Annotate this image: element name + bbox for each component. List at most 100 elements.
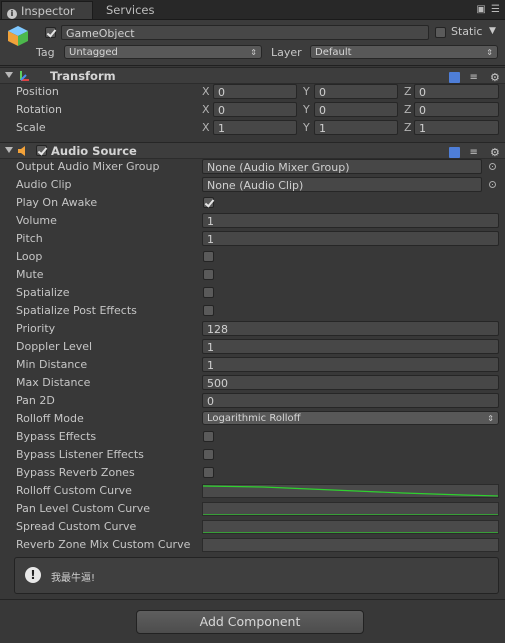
doppler-level-label: Doppler Level	[16, 340, 93, 353]
bypass-reverb-zones-checkbox[interactable]	[203, 467, 214, 478]
output-mixer-field[interactable]: None (Audio Mixer Group)	[202, 159, 482, 174]
scale-z-field[interactable]: 1	[414, 120, 499, 135]
position-y-field[interactable]: 0	[314, 84, 398, 99]
audio-clip-label: Audio Clip	[16, 178, 72, 191]
warning-icon: !	[25, 567, 41, 583]
pitch-label: Pitch	[16, 232, 43, 245]
tab-services-label: Services	[106, 3, 155, 17]
pan-2d-field[interactable]: 0	[202, 393, 499, 408]
spread-curve-graph	[203, 532, 498, 533]
gameobject-active-checkbox[interactable]	[45, 27, 56, 38]
min-distance-field[interactable]: 1	[202, 357, 499, 372]
priority-label: Priority	[16, 322, 56, 335]
audio-source-enabled-checkbox[interactable]	[36, 145, 47, 156]
spread-curve-label: Spread Custom Curve	[16, 520, 137, 533]
pitch-field[interactable]: 1	[202, 231, 499, 246]
transform-title: Transform	[50, 69, 116, 83]
help-book-icon[interactable]	[449, 71, 460, 83]
preset-sliders-icon[interactable]: ≡	[470, 147, 481, 158]
volume-label: Volume	[16, 214, 57, 227]
min-distance-label: Min Distance	[16, 358, 88, 371]
bypass-listener-effects-checkbox[interactable]	[203, 449, 214, 460]
scale-x-field[interactable]: 1	[213, 120, 297, 135]
reverb-zone-mix-curve-field[interactable]	[202, 538, 499, 552]
spatialize-post-effects-checkbox[interactable]	[203, 305, 214, 316]
spatialize-checkbox[interactable]	[203, 287, 214, 298]
pan-level-curve-field[interactable]	[202, 502, 499, 516]
bypass-effects-label: Bypass Effects	[16, 430, 97, 443]
gear-icon[interactable]: ⚙	[490, 147, 501, 158]
position-x-field[interactable]: 0	[213, 84, 297, 99]
reverb-zone-mix-curve-label: Reverb Zone Mix Custom Curve	[16, 538, 191, 551]
loop-checkbox[interactable]	[203, 251, 214, 262]
divider	[0, 599, 505, 600]
play-on-awake-label: Play On Awake	[16, 196, 98, 209]
static-checkbox[interactable]	[435, 27, 446, 38]
position-x-axis: X	[202, 85, 210, 98]
max-distance-field[interactable]: 500	[202, 375, 499, 390]
play-on-awake-checkbox[interactable]	[203, 197, 214, 208]
layer-label: Layer	[271, 46, 302, 59]
tab-services[interactable]: Services	[100, 1, 155, 19]
help-message: 我最牛逼!	[51, 573, 96, 584]
pan-level-curve-graph	[203, 514, 498, 515]
bypass-effects-checkbox[interactable]	[203, 431, 214, 442]
tab-inspector-label: Inspector	[21, 4, 75, 18]
tag-dropdown[interactable]: Untagged ⇕	[64, 45, 262, 59]
loop-label: Loop	[16, 250, 43, 263]
gameobject-cube-icon	[8, 26, 28, 46]
foldout-arrow-icon[interactable]	[5, 72, 13, 78]
rolloff-curve-graph	[203, 485, 498, 497]
tab-inspector[interactable]: i Inspector	[1, 1, 93, 19]
position-z-field[interactable]: 0	[414, 84, 499, 99]
transform-axis-icon	[20, 71, 29, 81]
spatialize-post-effects-label: Spatialize Post Effects	[16, 304, 137, 317]
doppler-level-field[interactable]: 1	[202, 339, 499, 354]
layer-dropdown[interactable]: Default ⇕	[310, 45, 498, 59]
rotation-label: Rotation	[16, 103, 63, 116]
updown-icon: ⇕	[487, 414, 494, 423]
transform-header[interactable]: Transform ≡ ⚙	[0, 67, 505, 84]
scale-y-axis: Y	[303, 121, 310, 134]
mute-checkbox[interactable]	[203, 269, 214, 280]
rolloff-mode-label: Rolloff Mode	[16, 412, 84, 425]
audio-source-header[interactable]: Audio Source ≡ ⚙	[0, 142, 505, 159]
audio-clip-field[interactable]: None (Audio Clip)	[202, 177, 482, 192]
rotation-z-axis: Z	[404, 103, 412, 116]
add-component-button[interactable]: Add Component	[136, 610, 364, 634]
gear-icon[interactable]: ⚙	[490, 72, 501, 83]
pan-2d-label: Pan 2D	[16, 394, 55, 407]
gameobject-name-field[interactable]: GameObject	[61, 25, 429, 40]
rolloff-mode-value: Logarithmic Rolloff	[207, 413, 301, 424]
object-picker-icon[interactable]	[489, 181, 496, 188]
mute-label: Mute	[16, 268, 44, 281]
tag-label: Tag	[36, 46, 55, 59]
rolloff-curve-field[interactable]	[202, 484, 499, 498]
spread-curve-field[interactable]	[202, 520, 499, 534]
scale-z-axis: Z	[404, 121, 412, 134]
object-picker-icon[interactable]	[489, 163, 496, 170]
help-box: ! 我最牛逼!	[14, 557, 499, 594]
lock-icon[interactable]: ▣	[476, 4, 486, 15]
preset-sliders-icon[interactable]: ≡	[470, 72, 481, 83]
scale-x-axis: X	[202, 121, 210, 134]
help-book-icon[interactable]	[449, 146, 460, 158]
foldout-arrow-icon[interactable]	[5, 147, 13, 153]
tab-menu[interactable]: ▣ ☰	[476, 4, 501, 15]
rotation-x-field[interactable]: 0	[213, 102, 297, 117]
priority-field[interactable]: 128	[202, 321, 499, 336]
rolloff-mode-dropdown[interactable]: Logarithmic Rolloff ⇕	[202, 411, 499, 425]
menu-icon[interactable]: ☰	[491, 4, 501, 15]
static-dropdown-icon[interactable]: ▼	[489, 26, 496, 36]
bypass-reverb-zones-label: Bypass Reverb Zones	[16, 466, 135, 479]
spatialize-label: Spatialize	[16, 286, 70, 299]
info-icon: i	[7, 9, 17, 19]
rotation-z-field[interactable]: 0	[414, 102, 499, 117]
scale-y-field[interactable]: 1	[314, 120, 398, 135]
speaker-icon	[18, 146, 25, 156]
updown-icon: ⇕	[250, 48, 257, 57]
rotation-y-field[interactable]: 0	[314, 102, 398, 117]
volume-field[interactable]: 1	[202, 213, 499, 228]
tag-dropdown-value: Untagged	[69, 47, 118, 58]
bypass-listener-effects-label: Bypass Listener Effects	[16, 448, 144, 461]
